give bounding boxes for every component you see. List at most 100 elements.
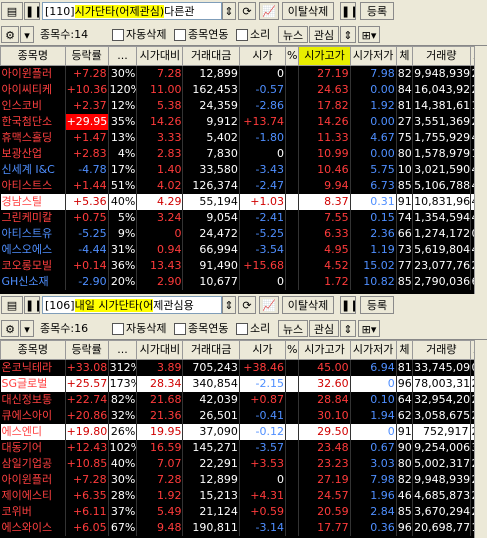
panel2-pause-icon[interactable]: ❚❚ [24, 296, 40, 314]
col-header[interactable]: 체 [395, 340, 414, 360]
table-cell: 아이윈플러 [0, 472, 66, 488]
panel2-collapse-icon[interactable]: ▾ [20, 320, 34, 337]
table-row[interactable]: 제이에스티 +6.35 28% 1.92 15,213 +4.31 24.57 1.96 46 4… [0, 488, 487, 504]
table-cell: 24.63 [298, 82, 351, 98]
panel1-condition-name-rest: 다른관 [164, 5, 195, 18]
panel1-pause-icon[interactable]: ❚❚ [24, 2, 40, 20]
table-cell: +3.53 [239, 456, 287, 472]
col-header[interactable]: 시가저가 [349, 46, 397, 66]
table-row[interactable]: 아티스트스 +1.44 51% 4.02 126,374 -2.47 9.94 6.73 85 5… [0, 178, 487, 194]
col-header[interactable]: 시가대비 [136, 46, 184, 66]
panel2-stock-link-checkbox[interactable]: 종목연동 [174, 320, 228, 337]
panel2-news-button[interactable]: 뉴스 [278, 320, 308, 337]
table-cell: 67% [108, 520, 138, 536]
panel2-refresh-icon[interactable]: ⟳ [238, 296, 256, 314]
panel1-collapse-icon[interactable]: ▾ [20, 26, 34, 43]
col-header[interactable]: 체 [395, 46, 414, 66]
table-row[interactable]: 아이윈플러 +7.28 30% 7.28 12,899 0 27.19 7.98 82 9,948… [0, 65, 487, 82]
table-row[interactable]: 에스와이스 +6.05 67% 9.48 190,811 -3.14 17.77 0.36 96… [0, 520, 487, 536]
table-row[interactable]: 코오롱모빌 +0.14 36% 13.43 91,490 +15.68 4.52 15.02 7… [0, 258, 487, 274]
table-row[interactable]: 대신정보통 +22.74 82% 21.68 42,039 +0.87 28.84 0.10 6… [0, 392, 487, 408]
table-cell [285, 520, 300, 536]
table-row[interactable]: GH신소재 -2.90 20% 2.90 10,677 0 1.72 10.82 85 2,790… [0, 274, 487, 290]
table-row[interactable]: 아이윈플러 +7.28 30% 7.28 12,899 0 27.19 7.98 82 9,948… [0, 472, 487, 488]
col-header[interactable]: 거래대금 [182, 340, 240, 360]
table-cell: 9,948,939 [412, 472, 471, 488]
panel2-scrollbar[interactable] [474, 340, 487, 538]
panel1-chart-icon[interactable]: 📈 [259, 2, 279, 20]
col-header[interactable]: ... [107, 340, 138, 360]
col-header[interactable]: 종목명 [0, 340, 66, 360]
panel2-grid-icon[interactable]: ⊞▾ [358, 320, 380, 337]
table-cell: +1.47 [65, 130, 109, 146]
table-row[interactable]: 큐에스아이 +20.86 32% 21.36 26,501 -0.41 30.10 1.94 6… [0, 408, 487, 424]
panel2-remove-button[interactable]: 이탈삭제 [282, 296, 334, 314]
col-header[interactable]: 등락률 [64, 340, 109, 360]
col-header[interactable]: 시가 [238, 46, 287, 66]
panel2-condition-select[interactable]: [106]내일 시가단타(어제관심용 [42, 296, 222, 314]
table-row[interactable]: 휴맥스홀딩 +1.47 13% 3.33 5,402 -1.80 11.33 4.67 75 1,… [0, 130, 487, 146]
panel1-sort-icon[interactable]: ⇕ [340, 26, 356, 43]
panel1-sound-checkbox[interactable]: 소리 [236, 26, 270, 43]
panel1-spin-icon[interactable]: ⇕ [222, 2, 236, 20]
panel2-chart-icon[interactable]: 📈 [259, 296, 279, 314]
panel2-auto-delete-checkbox[interactable]: 자동삭제 [112, 320, 166, 337]
panel2-interest-button[interactable]: 관심 [309, 320, 339, 337]
col-header[interactable]: 시가대비 [136, 340, 184, 360]
table-row[interactable]: 삼일기업공 +10.85 40% 7.07 22,291 +3.53 23.23 3.03 80… [0, 456, 487, 472]
panel1-stop-icon[interactable]: ❚❚ [340, 2, 356, 20]
col-header[interactable]: 시가 [238, 340, 287, 360]
table-row[interactable]: 대동기어+12.43102%16.59145,271-3.57 23.480.67… [0, 440, 487, 456]
table-cell: 4.67 [350, 130, 397, 146]
table-row[interactable]: 아이씨티케+10.36120%11.00162,453-0.57 24.630.0… [0, 82, 487, 98]
table-cell: 73 [396, 242, 414, 258]
panel1-condition-select[interactable]: [110]시가단타(어제관심)다른관 [42, 2, 222, 20]
col-header[interactable]: 시가저가 [349, 340, 397, 360]
panel1-list-icon[interactable]: ▤ [1, 2, 23, 20]
table-row[interactable]: 신세계 I&C -4.78 17% 1.40 33,580 -3.43 10.46 5.75 1… [0, 162, 487, 178]
panel2-stop-icon[interactable]: ❚❚ [340, 296, 356, 314]
panel1-scrollbar[interactable] [474, 46, 487, 294]
panel1-remove-button[interactable]: 이탈삭제 [282, 2, 334, 20]
panel1-refresh-icon[interactable]: ⟳ [238, 2, 256, 20]
panel2-register-button[interactable]: 등록 [360, 296, 394, 314]
panel1-register-button[interactable]: 등록 [360, 2, 394, 20]
panel2-spin-icon[interactable]: ⇕ [222, 296, 236, 314]
panel1-interest-button[interactable]: 관심 [309, 26, 339, 43]
col-header[interactable]: 거래량 [412, 46, 471, 66]
table-row[interactable]: 아티스트유 -5.25 9% 0 24,472 -5.25 6.33 2.36 66 1,274,… [0, 226, 487, 242]
panel1-news-button[interactable]: 뉴스 [278, 26, 308, 43]
col-header[interactable]: % [284, 340, 300, 360]
col-header[interactable]: 거래량 [412, 340, 471, 360]
col-header[interactable]: 거래대금 [182, 46, 240, 66]
table-row[interactable]: 에스엔디 +19.80 26% 19.95 37,090 -0.12 29.50 0 91 752… [0, 424, 487, 440]
table-row[interactable]: 경남스틸 +5.36 40% 4.29 55,194 +1.03 8.37 0.31 91 10,… [0, 194, 487, 210]
table-row[interactable]: 인스코비 +2.37 12% 5.38 24,359 -2.86 17.82 1.92 81 14… [0, 98, 487, 114]
col-header[interactable]: 종목명 [0, 46, 66, 66]
panel1-settings-icon[interactable]: ⚙ [1, 26, 19, 43]
panel1-auto-delete-label: 자동삭제 [126, 28, 167, 41]
panel2-list-icon[interactable]: ▤ [1, 296, 23, 314]
panel1-grid-icon[interactable]: ⊞▾ [358, 26, 380, 43]
col-header[interactable]: ... [107, 46, 138, 66]
table-row[interactable]: 그린케미칼 +0.75 5% 3.24 9,054 -2.41 7.55 0.15 74 1,35… [0, 210, 487, 226]
col-header[interactable]: 시가고가 [298, 340, 351, 360]
col-header[interactable]: 등락률 [64, 46, 109, 66]
panel1-auto-delete-checkbox[interactable]: 자동삭제 [112, 26, 166, 43]
table-row[interactable]: 한국첨단소 +29.95 35% 14.26 9,912 +13.74 14.26 0.00 2… [0, 114, 487, 130]
panel2-table: 종목명 등락률 ... 시가대비 거래대금 시가 % 시가고가 시가저가 체 거… [0, 340, 487, 536]
table-row[interactable]: 코위버 +6.11 37% 5.49 21,124 +0.59 20.59 2.84 85 3,6… [0, 504, 487, 520]
table-row[interactable]: SG글로벌+25.57173%28.34340,854-2.15 32.60096… [0, 376, 487, 392]
col-header[interactable]: % [284, 46, 300, 66]
table-row[interactable]: 온코닉테라+33.08312%3.89705,243+38.46 45.006.9… [0, 359, 487, 376]
panel2-settings-icon[interactable]: ⚙ [1, 320, 19, 337]
panel2-sort-icon[interactable]: ⇕ [340, 320, 356, 337]
panel1-stock-link-checkbox[interactable]: 종목연동 [174, 26, 228, 43]
panel1-titlebar: ▤ ❚❚ [110]시가단타(어제관심)다른관 ⇕ ⟳ 📈 이탈삭제 ❚❚ 등록 [0, 0, 487, 25]
col-header[interactable]: 시가고가 [298, 46, 351, 66]
table-row[interactable]: 보광산업 +2.83 4% 2.83 7,830 0 10.99 0.00 80 1,578,97… [0, 146, 487, 162]
table-row[interactable]: 에스오에스 -4.44 31% 0.94 66,994 -3.54 4.95 1.19 73 5,… [0, 242, 487, 258]
panel2-sound-checkbox[interactable]: 소리 [236, 320, 270, 337]
table-cell: 82 [396, 65, 414, 82]
table-cell: 1,274,172 [412, 226, 471, 242]
